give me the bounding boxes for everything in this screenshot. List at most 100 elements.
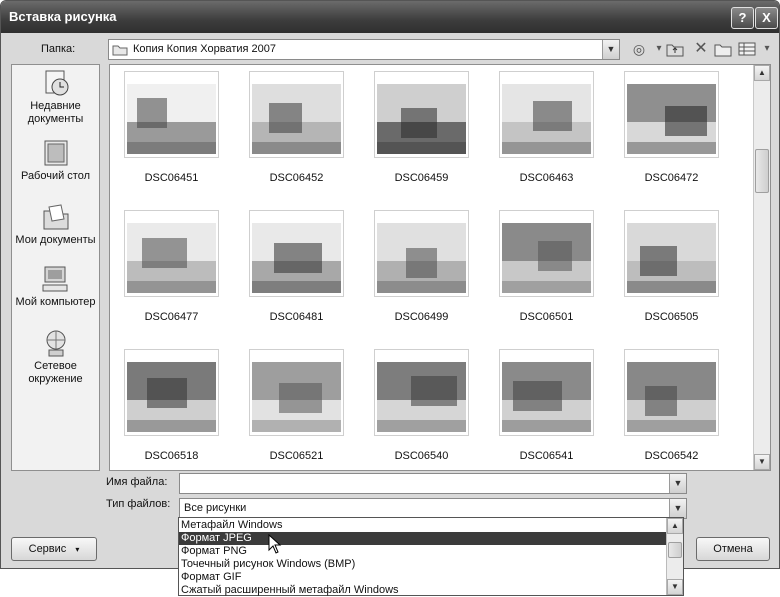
vertical-scrollbar[interactable]: ▲ ▼ [753,65,770,470]
back-icon[interactable]: ◎ [629,39,649,59]
chevron-down-icon[interactable]: ▼ [669,499,686,518]
thumbnail-caption: DSC06499 [394,311,449,323]
thumbnail-frame [249,71,344,158]
place-my-documents[interactable]: Мои документы [12,203,99,247]
filename-label: Имя файла: [106,476,168,488]
filetype-option[interactable]: Формат PNG [179,545,669,558]
filetype-option[interactable]: Формат JPEG [179,532,669,545]
thumbnail-item[interactable]: DSC06540 [374,349,469,462]
thumbnail-item[interactable]: DSC06451 [124,71,219,184]
place-recent[interactable]: Недавние документы [12,69,99,126]
desktop-icon [41,139,71,167]
filetype-dropdown-list[interactable]: Метафайл Windows Формат JPEG Формат PNG Точ… [178,517,684,596]
place-network[interactable]: Сетевое окружение [12,329,99,386]
thumbnail-caption: DSC06501 [519,311,574,323]
thumbnail-item[interactable]: DSC06505 [624,210,719,323]
image-preview-icon [252,84,341,154]
image-preview-icon [627,362,716,432]
scrollbar-thumb[interactable] [668,542,682,558]
chevron-down-icon: ▾ [75,545,80,554]
scroll-up-icon[interactable]: ▲ [667,518,683,534]
thumbnail-caption: DSC06472 [644,172,699,184]
thumbnail-frame [124,71,219,158]
filename-combobox[interactable]: ▼ [179,473,687,494]
help-button[interactable]: ? [731,7,754,29]
image-preview-icon [502,362,591,432]
thumbnail-item[interactable]: DSC06472 [624,71,719,184]
views-icon[interactable] [737,39,757,59]
thumbnail-item[interactable]: DSC06477 [124,210,219,323]
chevron-down-icon[interactable]: ▼ [669,474,686,493]
thumbnail-item[interactable]: DSC06501 [499,210,594,323]
scroll-down-icon[interactable]: ▼ [754,454,770,470]
thumbnail-caption: DSC06540 [394,450,449,462]
thumbnail-item[interactable]: DSC06452 [249,71,344,184]
place-label: Мой компьютер [15,296,96,308]
new-folder-icon[interactable] [713,39,733,59]
my-computer-icon [41,265,71,293]
place-label: Мои документы [15,234,96,246]
filetype-option[interactable]: Сжатый расширенный метафайл Windows [179,584,669,597]
filetype-option[interactable]: Метафайл Windows [179,519,669,532]
thumbnail-item[interactable]: DSC06518 [124,349,219,462]
network-icon [41,329,71,357]
service-button-label: Сервис [28,543,67,555]
filetype-label: Тип файлов: [106,498,171,510]
thumbnail-item[interactable]: DSC06521 [249,349,344,462]
thumbnail-caption: DSC06451 [144,172,199,184]
thumbnail-frame [124,349,219,436]
thumbnail-caption: DSC06452 [269,172,324,184]
my-documents-icon [41,203,71,231]
image-preview-icon [377,84,466,154]
thumbnail-item[interactable]: DSC06542 [624,349,719,462]
dropdown-scrollbar[interactable]: ▲ ▼ [666,518,683,595]
thumbnail-caption: DSC06541 [519,450,574,462]
thumbnail-frame [374,349,469,436]
place-label: Сетевое окружение [28,360,83,385]
place-desktop[interactable]: Рабочий стол [12,139,99,183]
thumbnail-frame [499,71,594,158]
chevron-down-icon[interactable]: ▼ [602,40,619,59]
image-preview-icon [502,84,591,154]
thumbnail-frame [624,71,719,158]
place-label: Рабочий стол [20,170,91,182]
image-preview-icon [127,223,216,293]
close-button[interactable]: X [755,7,778,29]
thumbnail-frame [249,210,344,297]
thumbnail-item[interactable]: DSC06459 [374,71,469,184]
places-bar: Недавние документы Рабочий стол Мои доку… [11,64,100,471]
scroll-up-icon[interactable]: ▲ [754,65,770,81]
folder-combobox[interactable]: Копия Копия Хорватия 2007 ▼ [108,39,620,60]
image-preview-icon [627,84,716,154]
thumbnail-item[interactable]: DSC06463 [499,71,594,184]
recent-documents-icon [41,69,71,97]
thumbnail-caption: DSC06463 [519,172,574,184]
thumbnail-caption: DSC06459 [394,172,449,184]
scrollbar-thumb[interactable] [755,149,769,193]
file-list-view[interactable]: DSC06451 DSC06452 DSC06459 DSC06463 DSC06472… [109,64,771,471]
insert-picture-dialog: Вставка рисунка ? X Папка: Копия Копия Х… [0,0,780,569]
service-button[interactable]: Сервис ▾ [11,537,97,561]
cancel-button[interactable]: Отмена [696,537,770,561]
thumbnail-frame [249,349,344,436]
filetype-combobox[interactable]: Все рисунки ▼ [179,498,687,519]
delete-icon[interactable]: ✕ [691,39,711,59]
thumbnail-item[interactable]: DSC06481 [249,210,344,323]
folder-icon [112,45,128,56]
filetype-option[interactable]: Точечный рисунок Windows (BMP) [179,558,669,571]
thumbnail-frame [374,210,469,297]
thumbnail-frame [374,71,469,158]
thumbnail-frame [624,210,719,297]
filetype-option[interactable]: Формат GIF [179,571,669,584]
image-preview-icon [127,362,216,432]
thumbnail-frame [499,349,594,436]
thumbnail-item[interactable]: DSC06499 [374,210,469,323]
views-dropdown-icon[interactable]: ▾ [757,39,777,59]
scroll-down-icon[interactable]: ▼ [667,579,683,595]
thumbnail-caption: DSC06521 [269,450,324,462]
up-folder-icon[interactable] [665,39,685,59]
title-bar: Вставка рисунка ? X [1,1,779,33]
thumbnail-caption: DSC06518 [144,450,199,462]
thumbnail-item[interactable]: DSC06541 [499,349,594,462]
place-my-computer[interactable]: Мой компьютер [12,265,99,309]
